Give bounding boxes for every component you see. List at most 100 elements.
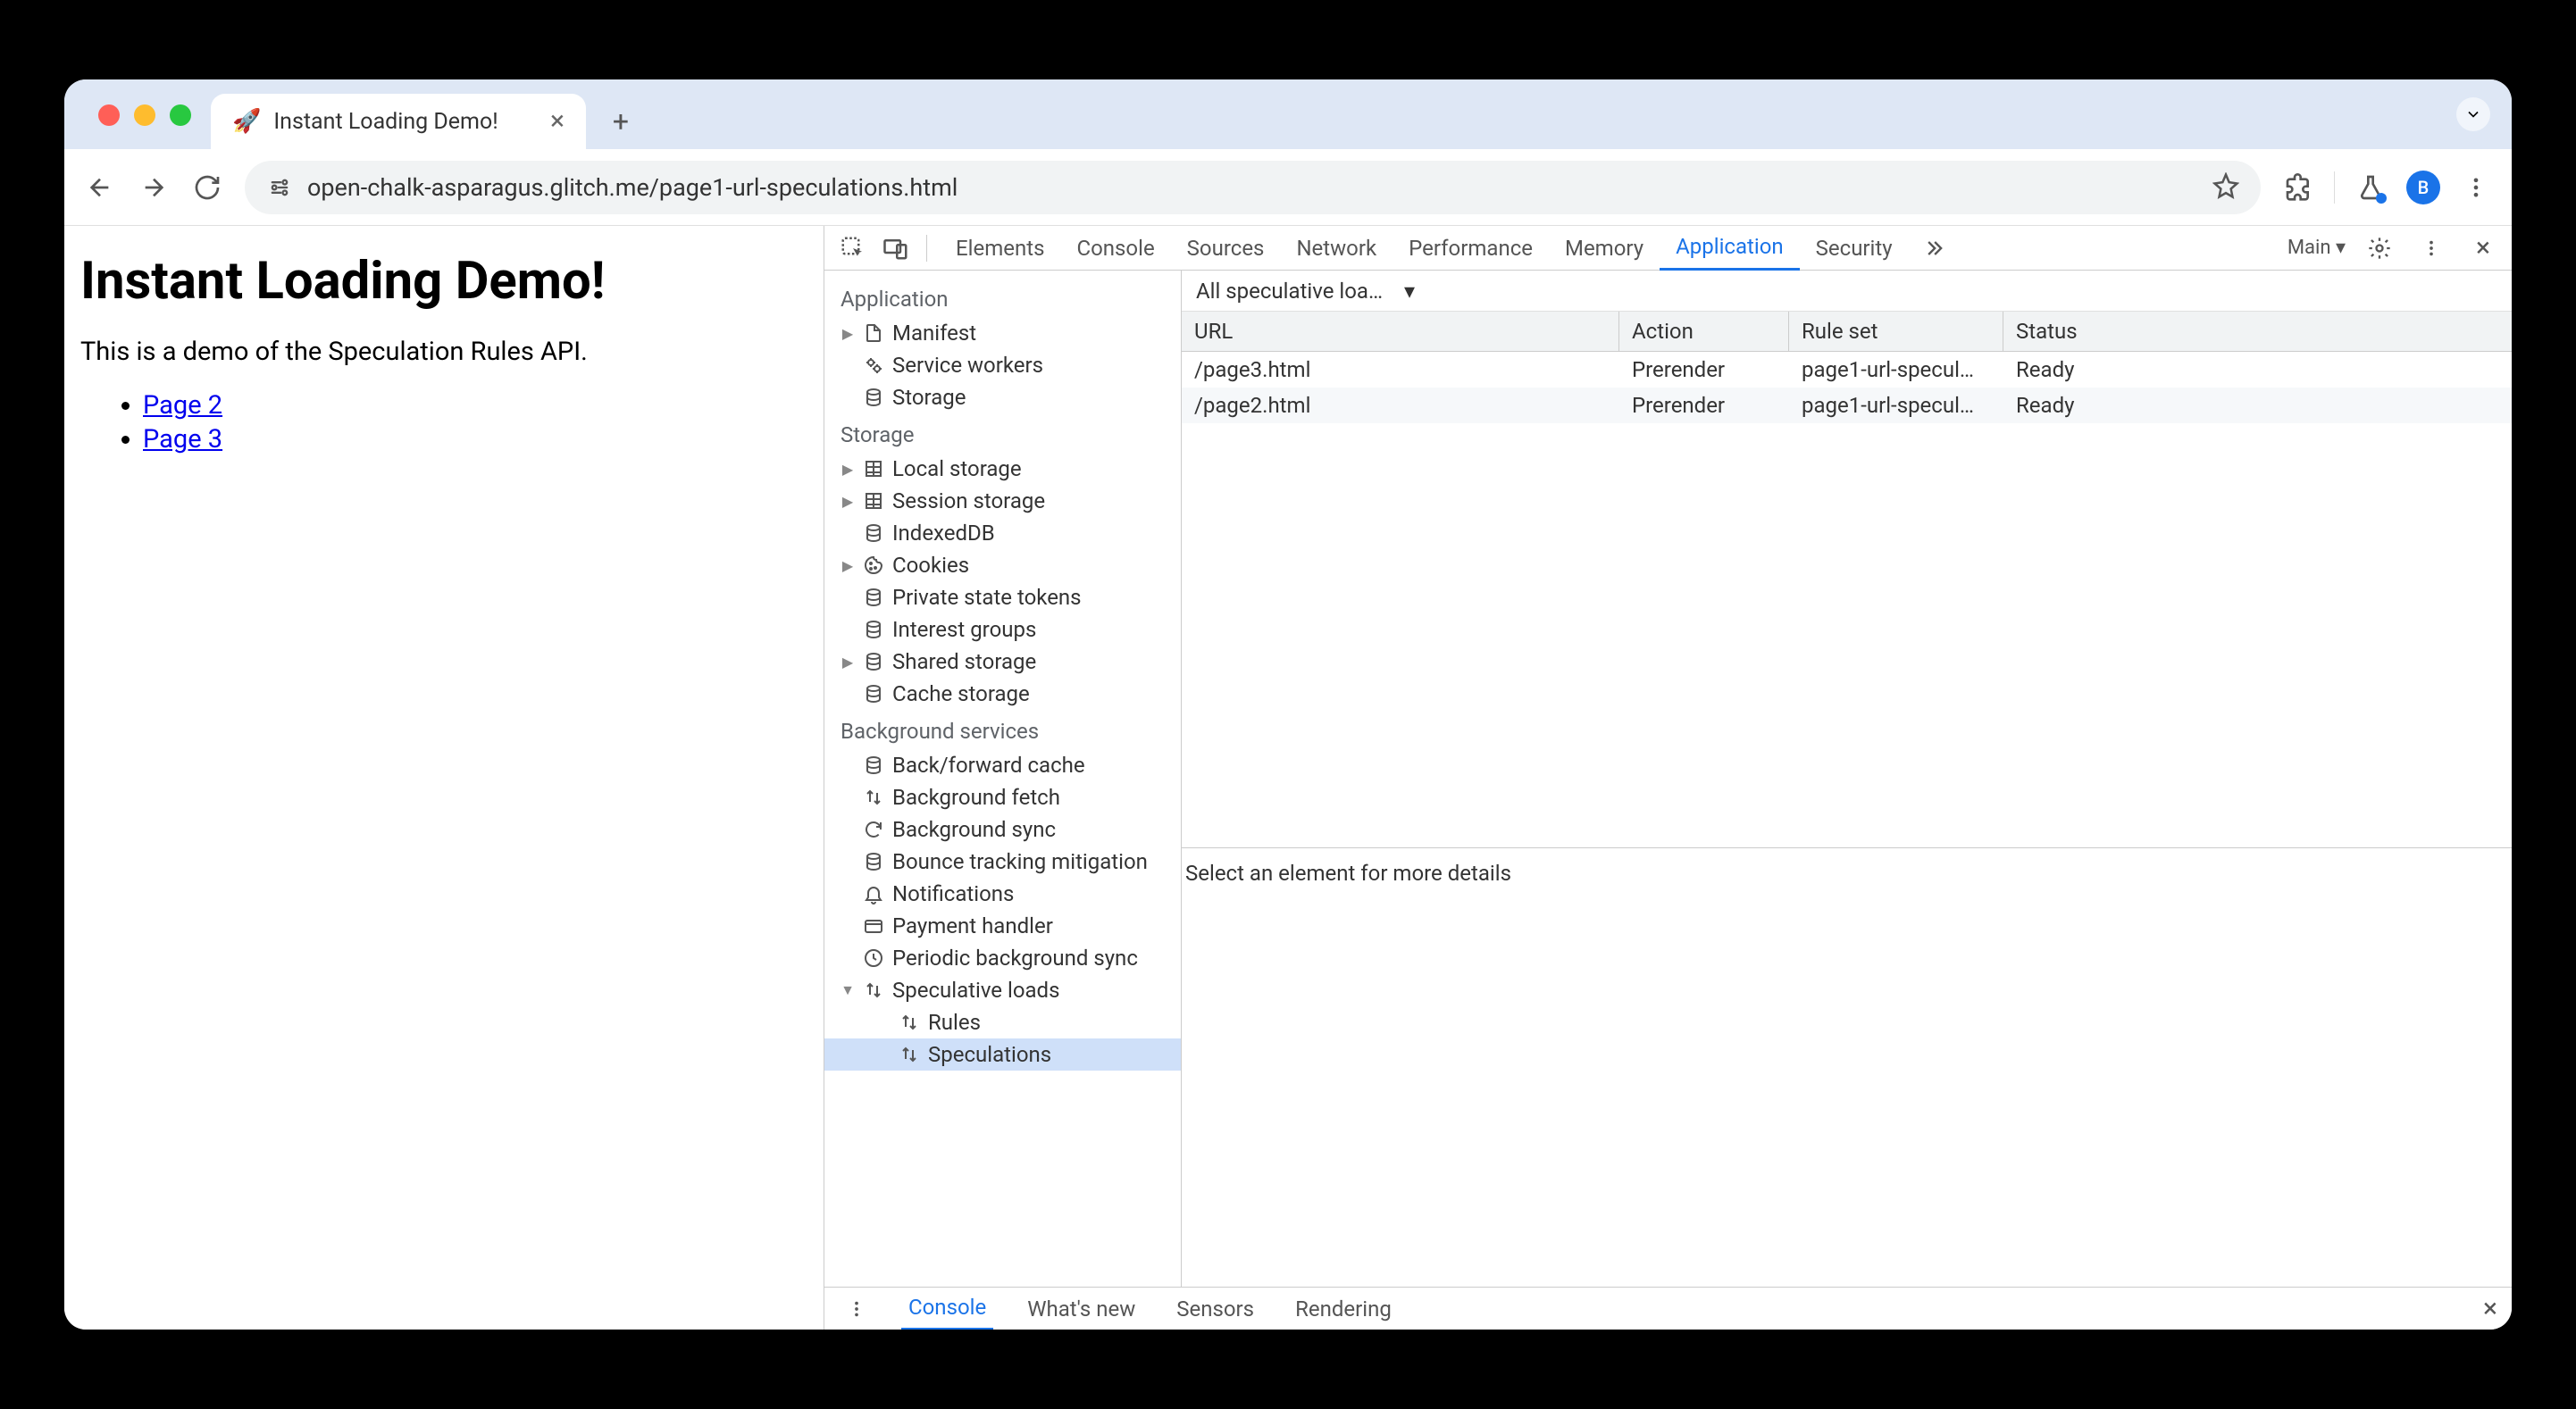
star-icon — [2212, 172, 2239, 199]
sidebar-item-label: Back/forward cache — [892, 753, 1085, 778]
table-cell: Prerender — [1619, 352, 1789, 388]
sidebar-item-local-storage[interactable]: ▶Local storage — [824, 453, 1181, 485]
drawer-tab-sensors[interactable]: Sensors — [1169, 1288, 1261, 1330]
devtools-close-button[interactable]: × — [2465, 230, 2501, 266]
db-icon — [862, 754, 885, 777]
chevrons-right-icon — [1921, 236, 1946, 261]
table-row[interactable]: /page2.htmlPrerenderpage1-url-specul…Rea… — [1182, 388, 2512, 423]
table-header-rule-set[interactable]: Rule set — [1789, 312, 2003, 351]
application-main: All speculative loa… ▾ URLActionRule set… — [1182, 271, 2512, 1287]
clock-icon — [862, 946, 885, 970]
updown-icon — [898, 1011, 921, 1034]
sidebar-item-payment-handler[interactable]: Payment handler — [824, 910, 1181, 942]
page-link[interactable]: Page 2 — [143, 390, 222, 421]
chrome-menu-button[interactable] — [2460, 171, 2492, 204]
new-tab-button[interactable]: + — [600, 101, 641, 142]
reload-button[interactable] — [191, 171, 223, 204]
sidebar-item-label: Storage — [892, 385, 966, 410]
devtools-tab-performance[interactable]: Performance — [1393, 226, 1549, 271]
sidebar-item-cache-storage[interactable]: Cache storage — [824, 678, 1181, 710]
sidebar-item-indexeddb[interactable]: IndexedDB — [824, 517, 1181, 549]
sidebar-item-label: Background fetch — [892, 785, 1060, 810]
table-cell: Prerender — [1619, 388, 1789, 423]
window-minimize-button[interactable] — [134, 104, 155, 126]
sidebar-item-periodic-background-sync[interactable]: Periodic background sync — [824, 942, 1181, 974]
devtools-tab-application[interactable]: Application — [1660, 226, 1800, 271]
kebab-icon — [2463, 175, 2488, 200]
bookmark-button[interactable] — [2212, 172, 2239, 203]
sidebar-item-label: Speculative loads — [892, 978, 1059, 1003]
devtools-tab-console[interactable]: Console — [1060, 226, 1170, 271]
speculations-filter[interactable]: All speculative loa… ▾ — [1182, 271, 2512, 312]
devtools-target-selector[interactable]: Main ▾ — [2287, 237, 2346, 259]
window-close-button[interactable] — [98, 104, 120, 126]
sidebar-item-background-fetch[interactable]: Background fetch — [824, 781, 1181, 813]
avatar-letter: B — [2418, 177, 2430, 198]
sidebar-item-manifest[interactable]: ▶Manifest — [824, 317, 1181, 349]
sidebar-item-background-sync[interactable]: Background sync — [824, 813, 1181, 846]
page-link-item: Page 3 — [143, 424, 807, 454]
table-cell: page1-url-specul… — [1789, 352, 2003, 388]
sidebar-item-label: Service workers — [892, 353, 1043, 378]
expand-arrow-icon: ▶ — [841, 493, 855, 510]
forward-button[interactable] — [138, 171, 170, 204]
table-header-url[interactable]: URL — [1182, 312, 1619, 351]
sidebar-item-back-forward-cache[interactable]: Back/forward cache — [824, 749, 1181, 781]
sidebar-item-session-storage[interactable]: ▶Session storage — [824, 485, 1181, 517]
url-bar[interactable]: open-chalk-asparagus.glitch.me/page1-url… — [245, 161, 2261, 214]
site-settings-icon[interactable] — [266, 174, 293, 201]
drawer-menu-button[interactable] — [839, 1291, 874, 1327]
devtools-more-tabs[interactable] — [1916, 230, 1952, 266]
table-header-status[interactable]: Status — [2003, 312, 2512, 351]
back-button[interactable] — [84, 171, 116, 204]
window-maximize-button[interactable] — [170, 104, 191, 126]
device-toggle-button[interactable] — [878, 230, 914, 266]
tab-close-button[interactable]: × — [550, 108, 565, 135]
sidebar-item-cookies[interactable]: ▶Cookies — [824, 549, 1181, 581]
devtools-settings-button[interactable] — [2362, 230, 2397, 266]
extensions-button[interactable] — [2282, 171, 2314, 204]
expand-arrow-icon: ▶ — [841, 461, 855, 478]
profile-avatar[interactable]: B — [2406, 171, 2440, 204]
file-icon — [862, 321, 885, 345]
devtools-tab-security[interactable]: Security — [1800, 226, 1909, 271]
devtools-tab-memory[interactable]: Memory — [1549, 226, 1660, 271]
table-header-action[interactable]: Action — [1619, 312, 1789, 351]
url-text: open-chalk-asparagus.glitch.me/page1-url… — [307, 173, 2198, 202]
sidebar-item-label: Speculations — [928, 1042, 1051, 1067]
page-viewport: Instant Loading Demo! This is a demo of … — [64, 226, 824, 1330]
sidebar-item-speculative-loads[interactable]: ▼Speculative loads — [824, 974, 1181, 1006]
arrow-left-icon — [86, 173, 114, 202]
devtools-tab-elements[interactable]: Elements — [940, 226, 1060, 271]
sidebar-item-interest-groups[interactable]: Interest groups — [824, 613, 1181, 646]
sidebar-item-speculations[interactable]: Speculations — [824, 1038, 1181, 1071]
drawer-tab-console[interactable]: Console — [901, 1288, 993, 1330]
devices-icon — [882, 235, 909, 262]
table-cell: /page3.html — [1182, 352, 1619, 388]
sidebar-item-service-workers[interactable]: Service workers — [824, 349, 1181, 381]
tabs-overflow-button[interactable] — [2456, 97, 2490, 131]
table-row[interactable]: /page3.htmlPrerenderpage1-url-specul…Rea… — [1182, 352, 2512, 388]
sidebar-item-bounce-tracking-mitigation[interactable]: Bounce tracking mitigation — [824, 846, 1181, 878]
inspect-element-button[interactable] — [835, 230, 871, 266]
drawer-tab-rendering[interactable]: Rendering — [1288, 1288, 1399, 1330]
sidebar-item-shared-storage[interactable]: ▶Shared storage — [824, 646, 1181, 678]
puzzle-icon — [2284, 173, 2313, 202]
drawer-tab-what-s-new[interactable]: What's new — [1020, 1288, 1142, 1330]
sidebar-item-rules[interactable]: Rules — [824, 1006, 1181, 1038]
chevron-down-icon — [2464, 105, 2482, 123]
devtools-tab-sources[interactable]: Sources — [1171, 226, 1281, 271]
bell-icon — [862, 882, 885, 905]
sidebar-item-storage[interactable]: Storage — [824, 381, 1181, 413]
gears-icon — [862, 354, 885, 377]
experiments-button[interactable] — [2354, 171, 2387, 204]
detail-hint: Select an element for more details — [1182, 848, 2512, 1287]
sidebar-item-notifications[interactable]: Notifications — [824, 878, 1181, 910]
sidebar-item-private-state-tokens[interactable]: Private state tokens — [824, 581, 1181, 613]
drawer-close-button[interactable]: × — [2483, 1293, 2497, 1324]
page-link[interactable]: Page 3 — [143, 424, 222, 454]
browser-tab[interactable]: 🚀 Instant Loading Demo! × — [211, 94, 586, 149]
db-icon — [862, 586, 885, 609]
devtools-tab-network[interactable]: Network — [1280, 226, 1393, 271]
devtools-menu-button[interactable] — [2413, 230, 2449, 266]
